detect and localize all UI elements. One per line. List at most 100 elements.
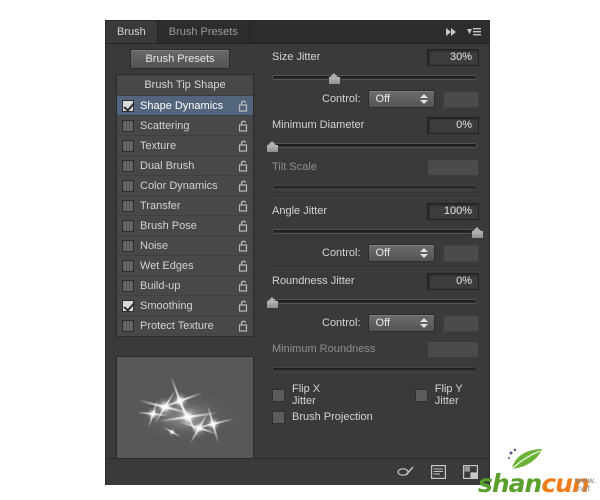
brush-option-label: Noise [140,239,169,252]
checkbox-protect-texture[interactable] [122,320,134,332]
brush-option-noise[interactable]: Noise [117,236,253,256]
double-right-arrow-icon[interactable] [444,25,460,39]
stepper-arrows-icon [420,248,429,258]
roundness-jitter-control-row: Control: Off [264,310,489,336]
watermark-text: shancun [478,471,590,496]
stepper-arrows-icon [420,94,429,104]
lock-icon[interactable] [238,240,249,252]
flip-y-jitter-group: Flip Y Jitter [414,383,481,407]
roundness-jitter-control-extra-field [443,314,479,332]
brush-option-texture[interactable]: Texture [117,136,253,156]
minimum-diameter-thumb[interactable] [266,141,279,153]
tab-brush-presets[interactable]: Brush Presets [157,21,250,43]
size-jitter-label: Size Jitter [272,51,321,63]
lock-icon[interactable] [238,260,249,272]
lock-icon[interactable] [238,200,249,212]
lock-icon[interactable] [238,100,249,112]
brush-tip-shape-label: Brush Tip Shape [144,79,226,91]
flip-y-jitter-label: Flip Y Jitter [434,383,463,407]
checkbox-flip-y-jitter[interactable] [414,388,428,402]
checkbox-flip-x-jitter[interactable] [272,388,285,402]
size-jitter-control-extra-field [443,90,479,108]
minimum-roundness-row: Minimum Roundness [264,336,489,362]
minimum-diameter-slider[interactable] [266,138,477,154]
brush-option-protect-texture[interactable]: Protect Texture [117,316,253,336]
flip-x-jitter-label: Flip X Jitter [292,383,321,407]
size-jitter-slider[interactable] [272,70,477,86]
checkbox-texture[interactable] [122,139,134,152]
size-jitter-thumb[interactable] [327,73,341,85]
brush-option-dual-brush[interactable]: Dual Brush [117,156,253,176]
checkbox-build-up[interactable] [122,279,134,292]
roundness-jitter-thumb[interactable] [266,297,279,309]
angle-jitter-control-select[interactable]: Off [367,244,436,262]
checkbox-brush-projection[interactable] [272,410,285,424]
lock-icon[interactable] [238,320,249,332]
checkbox-smoothing[interactable] [122,299,134,312]
brush-options-list: Brush Tip Shape Shape Dynamics Scatterin… [116,74,254,337]
roundness-jitter-slider[interactable] [266,294,477,310]
checkbox-noise[interactable] [122,239,134,252]
roundness-jitter-row: Roundness Jitter 0% [264,268,489,294]
brush-option-label: Dual Brush [140,159,195,172]
checkbox-dual-brush[interactable] [122,159,134,172]
minimum-roundness-value [427,340,479,358]
toggle-brush-settings-icon[interactable] [397,464,415,480]
stepper-arrows-icon [420,318,429,328]
roundness-jitter-value[interactable]: 0% [427,272,479,290]
brush-option-label: Transfer [140,199,181,212]
brush-option-scattering[interactable]: Scattering [117,116,253,136]
tilt-scale-slider [272,180,477,196]
watermark-domain: www. .net [575,477,596,493]
panel-menu-icon[interactable] [466,25,482,39]
angle-jitter-value[interactable]: 100% [427,202,479,220]
brush-option-build-up[interactable]: Build-up [117,276,253,296]
checkbox-shape-dynamics[interactable] [122,99,134,112]
lock-icon[interactable] [238,140,249,152]
size-jitter-value[interactable]: 30% [427,48,479,66]
brush-option-transfer[interactable]: Transfer [117,196,253,216]
brush-option-brush-pose[interactable]: Brush Pose [117,216,253,236]
brush-tip-shape-header[interactable]: Brush Tip Shape [117,75,253,96]
lock-icon[interactable] [238,120,249,132]
checkbox-scattering[interactable] [122,119,134,132]
size-jitter-control-select[interactable]: Off [367,90,436,108]
brush-option-label: Wet Edges [140,259,194,272]
brush-option-smoothing[interactable]: Smoothing [117,296,253,316]
angle-jitter-control-extra-field [443,244,479,262]
lock-icon[interactable] [238,300,249,312]
brush-option-color-dynamics[interactable]: Color Dynamics [117,176,253,196]
lock-icon[interactable] [238,220,249,232]
brush-option-label: Color Dynamics [140,179,218,192]
brush-option-wet-edges[interactable]: Wet Edges [117,256,253,276]
checkbox-transfer[interactable] [122,199,134,212]
panel-tab-bar: Brush Brush Presets [106,21,489,44]
brush-option-label: Build-up [140,279,181,292]
brush-option-label: Shape Dynamics [140,99,224,112]
minimum-diameter-value[interactable]: 0% [427,116,479,134]
angle-jitter-thumb[interactable] [471,227,484,239]
lock-icon[interactable] [238,160,249,172]
checkbox-color-dynamics[interactable] [122,179,134,192]
lock-icon[interactable] [238,180,249,192]
checkbox-brush-pose[interactable] [122,219,134,232]
brush-presets-button[interactable]: Brush Presets [130,49,230,69]
brush-preview-icon[interactable] [429,464,447,480]
tilt-scale-value [427,158,479,176]
brush-option-shape-dynamics[interactable]: Shape Dynamics [117,96,253,116]
roundness-jitter-control-select[interactable]: Off [367,314,436,332]
checkbox-wet-edges[interactable] [122,259,134,272]
minimum-roundness-slider [272,362,477,378]
roundness-jitter-control-value: Off [375,317,391,329]
tilt-scale-row: Tilt Scale [264,154,489,180]
angle-jitter-row: Angle Jitter 100% [264,198,489,224]
tab-brush[interactable]: Brush [106,21,158,43]
lock-icon[interactable] [238,280,249,292]
watermark-domain-line2: .net [574,484,591,493]
brush-option-label: Brush Pose [140,219,197,232]
minimum-diameter-row: Minimum Diameter 0% [264,112,489,138]
screenshot-root: Brush Brush Presets Brush Presets Brush … [0,0,600,500]
angle-jitter-slider[interactable] [272,224,484,240]
brush-panel: Brush Brush Presets Brush Presets Brush … [105,20,490,485]
angle-jitter-track [272,229,477,234]
